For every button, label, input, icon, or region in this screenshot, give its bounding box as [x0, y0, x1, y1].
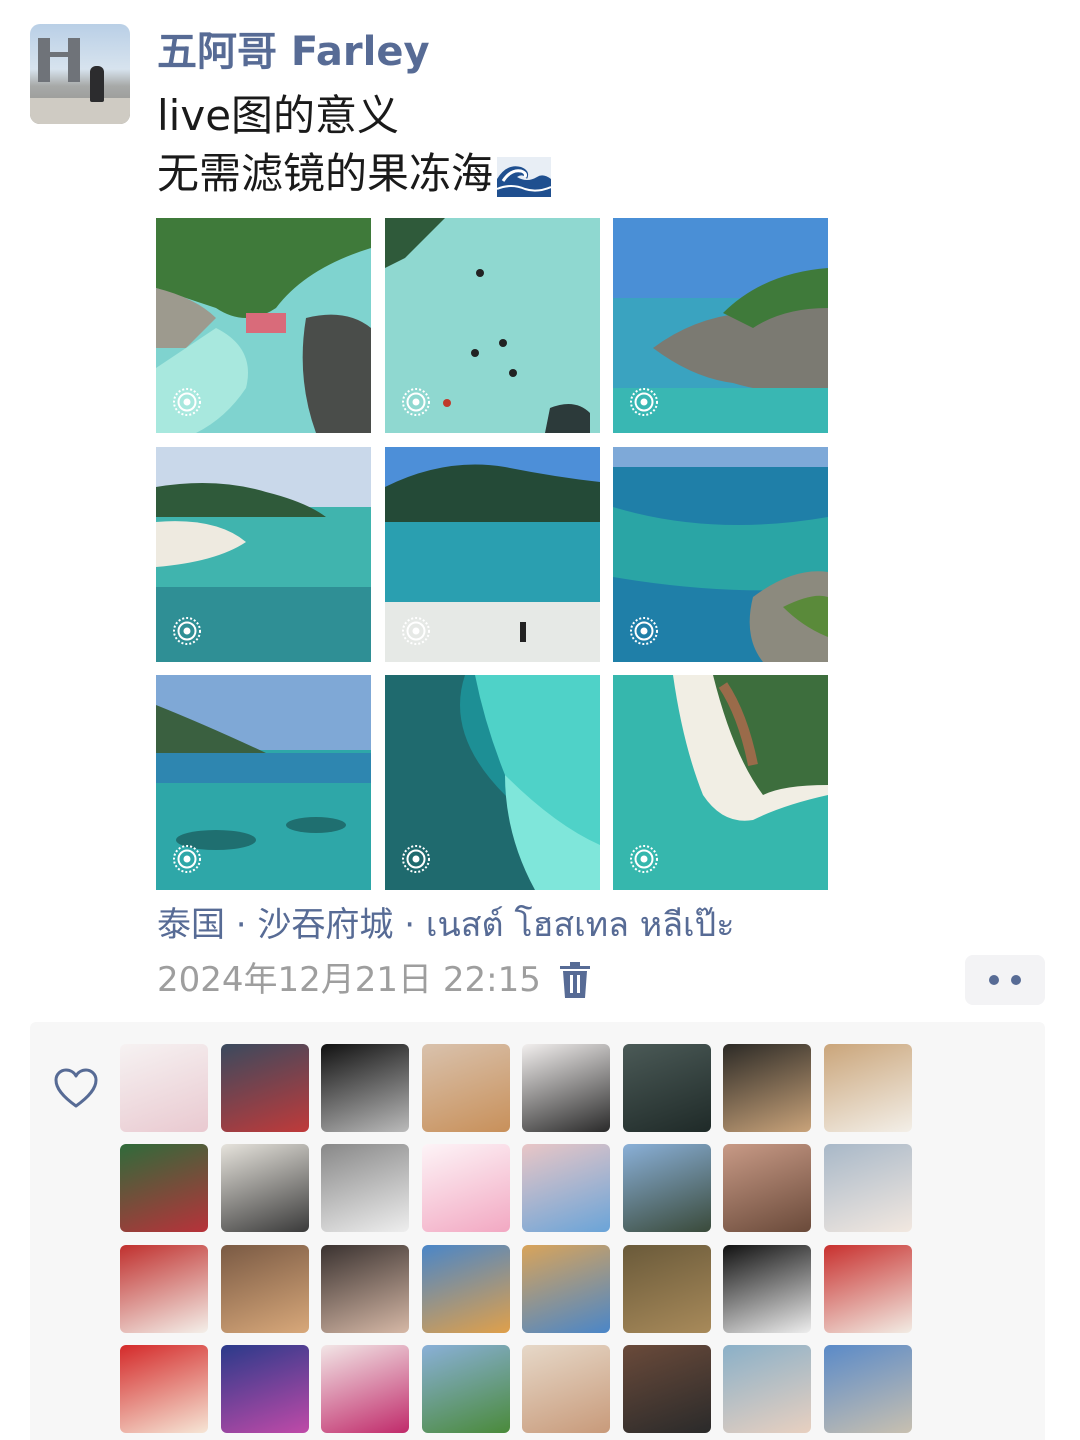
liker-avatar[interactable]: [824, 1144, 912, 1232]
liker-avatar[interactable]: [623, 1345, 711, 1433]
liker-avatar[interactable]: [422, 1144, 510, 1232]
heart-icon: [54, 1068, 98, 1108]
liker-avatar[interactable]: [723, 1345, 811, 1433]
liker-avatar[interactable]: [221, 1345, 309, 1433]
live-photo-icon: [402, 845, 430, 873]
photo-rocky-island-coast[interactable]: [613, 218, 828, 433]
liker-avatar[interactable]: [824, 1345, 912, 1433]
liker-avatar[interactable]: [120, 1245, 208, 1333]
photo-grid: [156, 218, 829, 891]
liker-avatar[interactable]: [120, 1044, 208, 1132]
liker-avatar[interactable]: [321, 1345, 409, 1433]
liker-avatar[interactable]: [522, 1345, 610, 1433]
liker-avatar[interactable]: [120, 1345, 208, 1433]
liker-avatar[interactable]: [824, 1044, 912, 1132]
liker-avatar[interactable]: [422, 1345, 510, 1433]
photo-turquoise-aerial[interactable]: [385, 675, 600, 890]
photo-swimmers-clear-water[interactable]: [385, 218, 600, 433]
liker-avatar[interactable]: [321, 1144, 409, 1232]
photo-white-sand-bay[interactable]: [156, 447, 371, 662]
live-photo-icon: [630, 617, 658, 645]
live-photo-icon: [630, 388, 658, 416]
post-text-line-2: 无需滤镜的果冻海: [157, 146, 552, 202]
liker-avatar[interactable]: [221, 1144, 309, 1232]
liker-avatar[interactable]: [422, 1044, 510, 1132]
liker-avatar[interactable]: [723, 1044, 811, 1132]
live-photo-icon: [173, 388, 201, 416]
liker-avatar[interactable]: [120, 1144, 208, 1232]
photo-beach-island-horizon[interactable]: [385, 447, 600, 662]
liker-avatar[interactable]: [221, 1245, 309, 1333]
liker-avatar[interactable]: [221, 1044, 309, 1132]
photo-reef-coastline[interactable]: [613, 447, 828, 662]
live-photo-icon: [630, 845, 658, 873]
liker-avatar[interactable]: [723, 1144, 811, 1232]
photo-shallow-reef-sea[interactable]: [156, 675, 371, 890]
photo-rocky-beach-aerial[interactable]: [156, 218, 371, 433]
post-location[interactable]: 泰国 · 沙吞府城 · เนสต์ โฮสเทล หลีเป๊ะ: [157, 900, 735, 950]
liker-avatar[interactable]: [824, 1245, 912, 1333]
post-text-line-1: live图的意义: [157, 91, 400, 140]
liker-avatar[interactable]: [522, 1144, 610, 1232]
live-photo-icon: [173, 845, 201, 873]
liker-avatar[interactable]: [623, 1144, 711, 1232]
liker-avatar[interactable]: [723, 1245, 811, 1333]
more-dots-icon: [1011, 975, 1021, 985]
trash-icon[interactable]: [560, 962, 590, 998]
liker-avatar[interactable]: [623, 1245, 711, 1333]
more-actions-button[interactable]: [965, 955, 1045, 1005]
live-photo-icon: [173, 617, 201, 645]
liker-avatar[interactable]: [522, 1044, 610, 1132]
liker-avatar[interactable]: [321, 1044, 409, 1132]
post-timestamp: 2024年12月21日 22:15: [157, 960, 541, 1000]
liker-avatar[interactable]: [522, 1245, 610, 1333]
author-avatar[interactable]: [30, 24, 130, 124]
post-text-line-2-text: 无需滤镜的果冻海: [157, 149, 494, 198]
photo-sand-spit-resort[interactable]: [613, 675, 828, 890]
author-name[interactable]: 五阿哥 Farley: [157, 26, 430, 78]
liker-avatar[interactable]: [422, 1245, 510, 1333]
wave-emoji: [497, 156, 552, 197]
liker-avatar[interactable]: [623, 1044, 711, 1132]
live-photo-icon: [402, 388, 430, 416]
more-dots-icon: [989, 975, 999, 985]
live-photo-icon: [402, 617, 430, 645]
liker-avatar[interactable]: [321, 1245, 409, 1333]
